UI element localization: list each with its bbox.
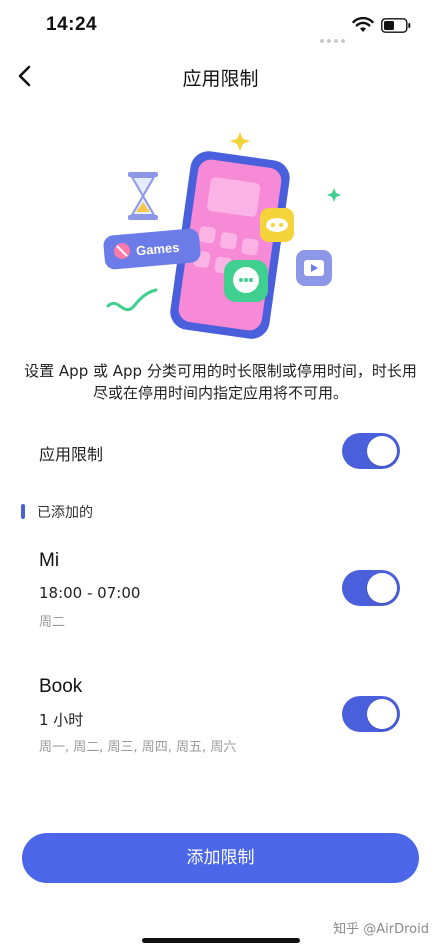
- sparkle-icon: [327, 188, 341, 202]
- sparkle-icon: [230, 132, 250, 151]
- rule-name: Book: [39, 676, 83, 697]
- video-app-icon: [296, 250, 332, 286]
- section-title: 已添加的: [37, 505, 93, 521]
- wifi-icon: [352, 17, 374, 32]
- home-indicator[interactable]: [142, 938, 300, 943]
- toggle-knob: [367, 573, 397, 603]
- signal-icon: [320, 28, 348, 47]
- page-title: 应用限制: [182, 68, 259, 90]
- app-limit-label: 应用限制: [39, 445, 104, 464]
- rule-time: 1 小时: [39, 711, 84, 729]
- battery-icon: [381, 18, 411, 33]
- watermark: 知乎 @AirDroid: [333, 922, 429, 937]
- rule-days: 周一, 周二, 周三, 周四, 周五, 周六: [39, 740, 237, 755]
- description-text: 设置 App 或 App 分类可用的时长限制或停用时间，时长用尽或在停用时间内指…: [24, 362, 417, 402]
- rule-days: 周二: [39, 615, 66, 630]
- rule-toggle-book[interactable]: [342, 696, 400, 732]
- hero-illustration: Games: [103, 132, 341, 339]
- rule-toggle-mi[interactable]: [342, 570, 400, 606]
- game-controller-icon: [260, 208, 294, 242]
- rule-time: 18:00 - 07:00: [39, 584, 141, 602]
- toggle-knob: [367, 699, 397, 729]
- navigation-bar: 应用限制: [0, 54, 441, 100]
- status-bar: 14:24: [0, 0, 441, 54]
- chat-app-icon: [224, 260, 268, 302]
- add-limit-button[interactable]: 添加限制: [22, 833, 419, 883]
- status-time: 14:24: [46, 14, 98, 35]
- app-limit-toggle[interactable]: [342, 433, 400, 469]
- hourglass-icon: [128, 172, 158, 220]
- squiggle-decoration: [106, 288, 158, 312]
- toggle-knob: [367, 436, 397, 466]
- section-accent-bar: [21, 504, 25, 519]
- rule-name: Mi: [39, 550, 60, 571]
